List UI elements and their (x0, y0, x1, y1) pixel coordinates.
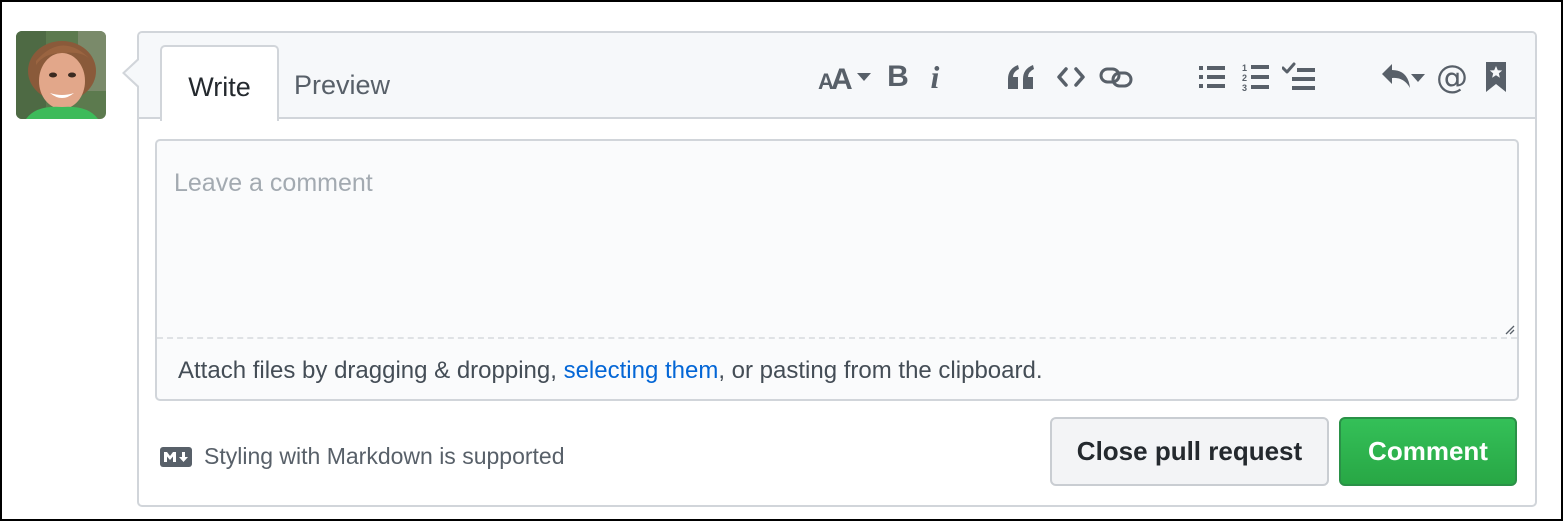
quote-icon[interactable] (1005, 57, 1037, 97)
select-files-link[interactable]: selecting them (564, 357, 719, 384)
comment-form: Write Preview A A B i 1 2 3 @ Leave a co… (137, 31, 1537, 507)
reply-icon[interactable] (1379, 57, 1427, 97)
mention-glyph: @ (1436, 58, 1468, 96)
italic-glyph: i (930, 58, 940, 95)
comment-textarea[interactable]: Leave a comment (157, 141, 1517, 339)
bold-glyph: B (887, 60, 909, 93)
attach-text-after: , or pasting from the clipboard. (718, 357, 1043, 384)
tab-preview[interactable]: Preview (294, 70, 390, 100)
link-icon[interactable] (1099, 57, 1133, 97)
mention-icon[interactable]: @ (1435, 57, 1469, 97)
attach-files-hint: Attach files by dragging & dropping, sel… (178, 357, 1043, 385)
svg-text:1: 1 (1242, 63, 1247, 73)
svg-text:3: 3 (1242, 83, 1247, 92)
markdown-support-note[interactable]: Styling with Markdown is supported (160, 443, 565, 470)
ordered-list-icon[interactable]: 1 2 3 (1241, 57, 1271, 97)
form-header: Write Preview A A B i 1 2 3 @ (139, 33, 1535, 121)
avatar[interactable] (16, 31, 106, 119)
comment-caret-fill (125, 60, 139, 86)
tab-write[interactable]: Write (160, 45, 279, 121)
code-icon[interactable] (1055, 57, 1087, 97)
bold-icon[interactable]: B (885, 57, 911, 97)
text-size-icon[interactable]: A A (817, 57, 875, 97)
unordered-list-icon[interactable] (1197, 57, 1227, 97)
bookmark-icon[interactable] (1483, 57, 1509, 97)
close-pull-request-button[interactable]: Close pull request (1050, 417, 1329, 486)
italic-icon[interactable]: i (925, 57, 945, 97)
comment-button[interactable]: Comment (1339, 417, 1517, 486)
task-list-icon[interactable] (1281, 57, 1317, 97)
resize-handle-icon[interactable] (1505, 325, 1515, 335)
svg-text:A: A (831, 63, 853, 93)
comment-editor: Leave a comment Attach files by dragging… (155, 139, 1519, 401)
comment-placeholder: Leave a comment (174, 169, 373, 197)
svg-text:2: 2 (1242, 73, 1247, 83)
attach-text-before: Attach files by dragging & dropping, (178, 357, 564, 384)
markdown-icon (160, 446, 192, 467)
markdown-note-text: Styling with Markdown is supported (204, 443, 565, 469)
